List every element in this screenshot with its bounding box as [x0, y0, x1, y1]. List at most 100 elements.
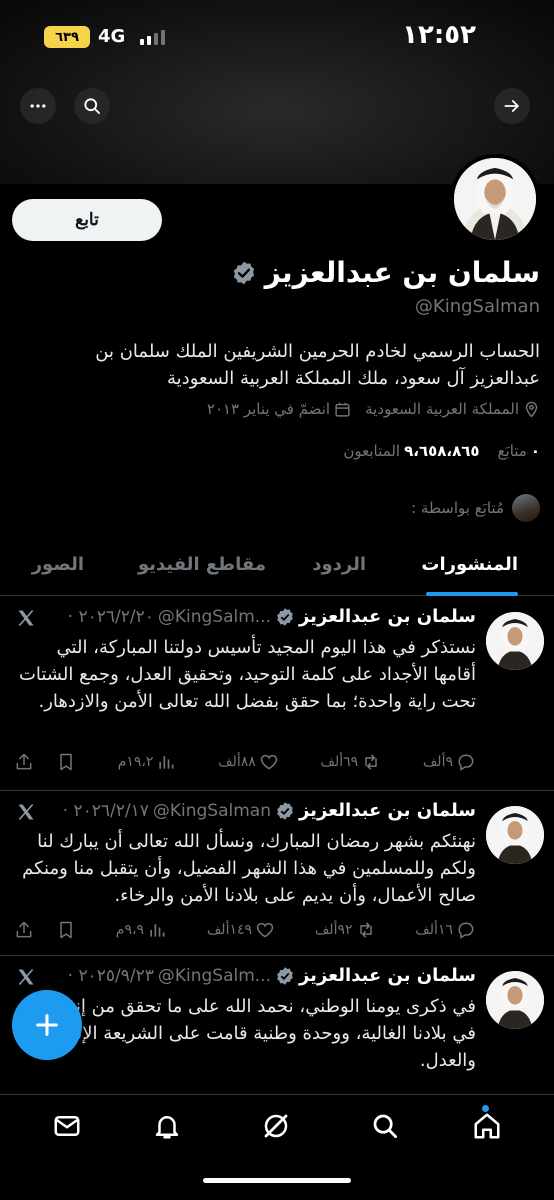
- home-notification-dot: [482, 1105, 489, 1112]
- tweet-header: سلمان بن عبدالعزيز @KingSalman ٢٠٢٦/٢/١٧…: [63, 800, 476, 821]
- reply-icon: [458, 754, 474, 771]
- tweet-item[interactable]: سلمان بن عبدالعزيز @KingSalman ٢٠٢٦/٢/١٧…: [0, 792, 554, 956]
- search-icon: [84, 98, 101, 115]
- heart-icon: [256, 922, 274, 938]
- followers-link[interactable]: ٩،٦٥٨،٨٦٥المتابعون: [343, 442, 479, 460]
- profile-name-row: سلمان بن عبدالعزيز: [231, 256, 540, 289]
- tab-media[interactable]: الصور: [32, 554, 84, 575]
- follower-avatar: [512, 494, 540, 522]
- follow-button[interactable]: تابع: [12, 199, 162, 241]
- nav-search[interactable]: [370, 1111, 402, 1143]
- repost-icon: [359, 922, 372, 938]
- tweet-item[interactable]: سلمان بن عبدالعزيز @KingSalm... ٢٠٢٦/٢/٢…: [0, 598, 554, 791]
- tweet-author-name: سلمان بن عبدالعزيز: [298, 606, 476, 627]
- heart-icon: [260, 754, 277, 770]
- status-time: ١٢:٥٢: [402, 20, 476, 50]
- tweet-handle: @KingSalm...: [157, 965, 271, 986]
- reply-button[interactable]: ١٦ألف: [415, 920, 476, 940]
- x-logo-icon: [18, 803, 34, 821]
- profile-stats: ٠متابَع ٩،٦٥٨،٨٦٥المتابعون: [343, 442, 540, 460]
- tab-videos[interactable]: مقاطع الفيديو: [138, 554, 266, 575]
- signal-icon: [140, 30, 165, 45]
- profile-meta: المملكة العربية السعودية انضمّ في يناير …: [207, 400, 540, 418]
- tweet-handle: @KingSalman: [152, 800, 271, 821]
- status-bar: ١٢:٥٢ ٦٣٩ 4G: [0, 0, 554, 76]
- tweet-author-name: سلمان بن عبدالعزيز: [298, 965, 476, 986]
- location-item: المملكة العربية السعودية: [365, 400, 540, 418]
- repost-button[interactable]: ٩٢ألف: [315, 920, 376, 940]
- like-count: ٨٨ألف: [218, 754, 256, 770]
- tweet-extra-actions: [14, 752, 76, 772]
- joined-text: انضمّ في يناير ٢٠١٣: [206, 400, 331, 418]
- home-indicator: [203, 1178, 351, 1183]
- tweet-item[interactable]: سلمان بن عبدالعزيز @KingSalm... ٢٠٢٥/٩/٢…: [0, 957, 554, 1094]
- share-icon[interactable]: [14, 920, 34, 940]
- bookmark-icon[interactable]: [56, 920, 76, 940]
- plus-icon: [36, 1014, 58, 1036]
- more-button[interactable]: [20, 88, 56, 124]
- reply-count: ١٦ألف: [415, 922, 453, 938]
- tweet-header: سلمان بن عبدالعزيز @KingSalm... ٢٠٢٥/٩/٢…: [68, 965, 476, 986]
- views-icon: [150, 924, 165, 937]
- followed-by-row[interactable]: مُتابَع بواسطة :: [411, 494, 540, 522]
- views-icon: [159, 756, 174, 769]
- tab-replies[interactable]: الردود: [312, 554, 366, 575]
- profile-handle: @KingSalman: [414, 296, 540, 317]
- followed-by-text: مُتابَع بواسطة :: [411, 499, 504, 517]
- repost-icon: [365, 754, 377, 770]
- reply-button[interactable]: ٩ألف: [423, 752, 476, 772]
- x-logo-icon: [18, 968, 34, 986]
- profile-avatar[interactable]: [450, 154, 540, 244]
- tweet-text: في ذكرى يومنا الوطني، نحمد الله على ما ت…: [28, 996, 476, 1071]
- nav-grok[interactable]: [261, 1111, 293, 1143]
- verified-badge-icon[interactable]: [231, 260, 257, 286]
- battery-indicator: ٦٣٩: [44, 26, 90, 48]
- views-count: ٩،٩م: [115, 922, 145, 938]
- tweet-avatar[interactable]: [486, 971, 544, 1029]
- tweet-avatar[interactable]: [486, 612, 544, 670]
- location-text: المملكة العربية السعودية: [365, 400, 519, 418]
- avatar-image: [486, 971, 544, 1029]
- views-count: ١٩،٢م: [117, 754, 154, 770]
- back-button[interactable]: [494, 88, 530, 124]
- home-icon: [474, 1113, 500, 1139]
- avatar-image: [486, 612, 544, 670]
- tweet-header: سلمان بن عبدالعزيز @KingSalm... ٢٠٢٦/٢/٢…: [68, 606, 476, 627]
- grok-icon: [264, 1114, 288, 1138]
- more-icon: [30, 104, 46, 108]
- tweet-date: ٢٠٢٦/٢/١٧ ·: [62, 800, 149, 821]
- joined-item: انضمّ في يناير ٢٠١٣: [207, 400, 351, 418]
- repost-count: ٩٢ألف: [314, 922, 353, 938]
- verified-badge-icon: [277, 801, 293, 820]
- nav-messages[interactable]: [52, 1111, 84, 1143]
- like-count: ١٤٩ألف: [206, 922, 253, 938]
- tweet-avatar[interactable]: [486, 806, 544, 864]
- repost-count: ٦٩ألف: [320, 754, 359, 770]
- calendar-icon: [335, 402, 350, 417]
- notifications-icon: [155, 1116, 179, 1139]
- repost-button[interactable]: ٦٩ألف: [320, 752, 381, 772]
- like-button[interactable]: ٨٨ألف: [218, 752, 279, 772]
- share-icon[interactable]: [14, 752, 34, 772]
- views-button[interactable]: ٩،٩م: [116, 920, 167, 940]
- following-link[interactable]: ٠متابَع: [498, 442, 540, 460]
- views-button[interactable]: ١٩،٢م: [118, 752, 177, 772]
- bottom-nav: [0, 1094, 554, 1200]
- avatar-image: [486, 806, 544, 864]
- like-button[interactable]: ١٤٩ألف: [207, 920, 275, 940]
- reply-count: ٩ألف: [422, 754, 453, 770]
- nav-notifications[interactable]: [152, 1111, 184, 1143]
- network-label: 4G: [98, 26, 126, 47]
- profile-bio: الحساب الرسمي لخادم الحرمين الشريفين الم…: [95, 341, 540, 389]
- profile-tabs: المنشورات الردود مقاطع الفيديو الصور: [0, 540, 554, 596]
- search-button[interactable]: [74, 88, 110, 124]
- tweet-actions: ٩ألف ٦٩ألف ٨٨ألف ١٩،٢م: [14, 752, 476, 772]
- nav-home[interactable]: [472, 1111, 504, 1143]
- tab-posts[interactable]: المنشورات: [421, 554, 518, 575]
- avatar-image: [454, 158, 536, 240]
- bookmark-icon[interactable]: [56, 752, 76, 772]
- tweet-text: نهنئكم بشهر رمضان المبارك، ونسأل الله تع…: [22, 831, 476, 906]
- arrow-right-icon: [504, 100, 519, 112]
- compose-button[interactable]: [12, 990, 82, 1060]
- tweet-text: نستذكر في هذا اليوم المجيد تأسيس دولتنا …: [18, 637, 476, 712]
